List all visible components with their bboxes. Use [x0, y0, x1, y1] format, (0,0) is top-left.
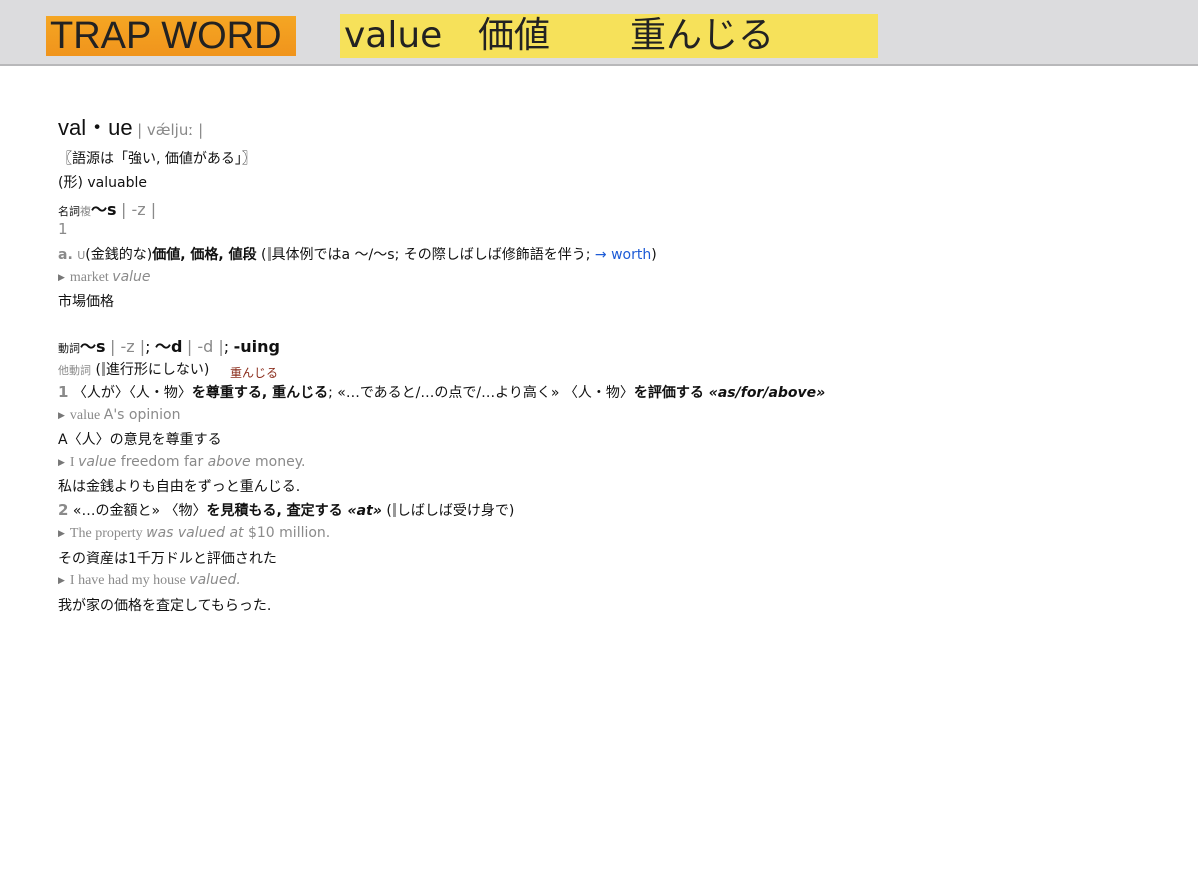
verb-sense-number: 2: [58, 501, 69, 519]
verb-sense-number: 1: [58, 383, 69, 401]
triangle-icon: ▶: [58, 576, 65, 586]
transitive-verb: 他動詞 (進行形にしない): [58, 362, 210, 378]
example-keyword: was valued at: [146, 525, 244, 541]
verb-form-ing: -uing: [233, 337, 280, 356]
example-1: ▶ market value: [58, 269, 151, 286]
example-keyword: value: [78, 454, 117, 470]
example-2-ja: A〈人〉の意見を尊重する: [58, 432, 222, 448]
text-marker: [267, 247, 271, 261]
triangle-icon: ▶: [58, 458, 65, 468]
sense-1a: a. U(金銭的な)価値, 価格, 値段 (具体例ではa 〜/〜s; その際しば…: [58, 244, 657, 264]
sense-1-number: 1: [58, 220, 68, 238]
verb-form-s-pron: | -z |: [109, 337, 146, 356]
noun-label: 名詞: [58, 205, 80, 218]
headword-line: val・ue | vǽljuː |: [58, 110, 203, 142]
sense-note: 具体例ではa 〜/〜s; その際しばしば修飾語を伴う;: [271, 247, 595, 263]
object-marker: 〈人・物〉: [128, 385, 192, 401]
pronunciation: | vǽljuː |: [137, 121, 204, 139]
sense-paren: (金銭的な): [85, 247, 153, 263]
example-3-ja: 私は金銭よりも自由をずっと重んじる.: [58, 479, 301, 495]
headword: val・ue: [58, 115, 133, 140]
noun-plural-pron: | -z |: [120, 200, 157, 219]
triangle-icon: ▶: [58, 273, 65, 283]
verb-definition: を見積もる, 査定する: [206, 503, 343, 519]
highlight-ja-verb: 重んじる: [630, 15, 775, 56]
verb-sense-2: 2 «…の金額と» 〈物〉を見積もる, 査定する «at» (しばしば受け身で): [58, 501, 515, 519]
example-text-rest: A's opinion: [103, 407, 181, 423]
example-1-ja: 市場価格: [58, 294, 114, 310]
example-text: I have had my house: [69, 573, 190, 588]
highlight-ja-meaning: 価値: [478, 15, 551, 56]
example-keyword-2: above: [207, 454, 251, 470]
example-text: The property: [69, 526, 147, 541]
verb-label: 動詞: [58, 342, 80, 355]
verb-preposition: «at»: [342, 503, 382, 519]
verb-form-d: 〜d: [154, 337, 183, 356]
verb-sense-1: 1 〈人が〉〈人・物〉を尊重する, 重んじる; «…であると/…の点で/…より高…: [58, 382, 825, 402]
verb-definition-3: を評価する: [633, 385, 704, 401]
adjective-related: (形) valuable: [58, 175, 147, 191]
worth-link[interactable]: → worth: [595, 247, 651, 263]
triangle-icon: ▶: [58, 411, 65, 421]
noun-plural: 〜s: [91, 200, 117, 219]
verb-form-s: 〜s: [80, 337, 106, 356]
example-4-ja: その資産は1千万ドルと評価された: [58, 551, 277, 567]
verb-definition-2: , 重んじる: [261, 385, 329, 401]
note-open: (: [256, 247, 267, 263]
verb-definition: を尊重する: [191, 385, 262, 401]
example-5: ▶ I have had my house valued.: [58, 572, 241, 589]
text-marker: [392, 503, 396, 517]
example-4: ▶ The property was valued at $10 million.: [58, 525, 330, 542]
verb-note: しばしば受け身で): [396, 503, 515, 519]
verb-forms: 動詞〜s | -z |; 〜d | -d |; -uing: [58, 337, 280, 356]
sense-definitions: 価値, 価格, 値段: [152, 247, 257, 263]
noun-forms: 名詞複〜s | -z |: [58, 196, 156, 220]
sense-letter: a.: [58, 247, 73, 263]
example-3: ▶ I value freedom far above money.: [58, 454, 305, 471]
verb-form-d-pron: | -d |: [186, 337, 224, 356]
example-text: value: [69, 408, 104, 423]
red-annotation: 重んじる: [230, 366, 279, 380]
subject-marker: 〈人が〉: [72, 385, 129, 401]
example-2: ▶ value A's opinion: [58, 407, 180, 424]
example-text-mid: freedom far: [116, 454, 208, 470]
example-text: I: [69, 455, 79, 470]
example-text-end: $10 million.: [243, 525, 331, 541]
example-text-end: money.: [250, 454, 306, 470]
example-keyword: valued.: [189, 572, 241, 588]
verb-object: «…の金額と» 〈物〉: [72, 503, 207, 519]
verb-sense-rest: ; «…であると/…の点で/…より高く» 〈人・物〉: [328, 385, 634, 401]
note-close: ): [651, 247, 657, 263]
top-banner: TRAP WORD value 価値 重んじる: [0, 0, 1198, 66]
vt-note: 進行形にしない): [105, 362, 210, 378]
triangle-icon: ▶: [58, 529, 65, 539]
text-marker: [101, 362, 105, 376]
example-keyword: value: [112, 269, 151, 285]
word-highlight: value 価値 重んじる: [340, 14, 878, 58]
plural-label: 複: [80, 205, 91, 218]
highlight-word: value: [344, 15, 443, 56]
example-text: market: [69, 270, 113, 285]
vt-label: 他動詞: [58, 364, 91, 377]
trap-word-label: TRAP WORD: [46, 16, 296, 56]
verb-prepositions: «as/for/above»: [703, 385, 826, 401]
example-5-ja: 我が家の価格を査定してもらった.: [58, 598, 272, 614]
etymology: 〖語源は「強い, 価値がある」〗: [58, 151, 256, 167]
